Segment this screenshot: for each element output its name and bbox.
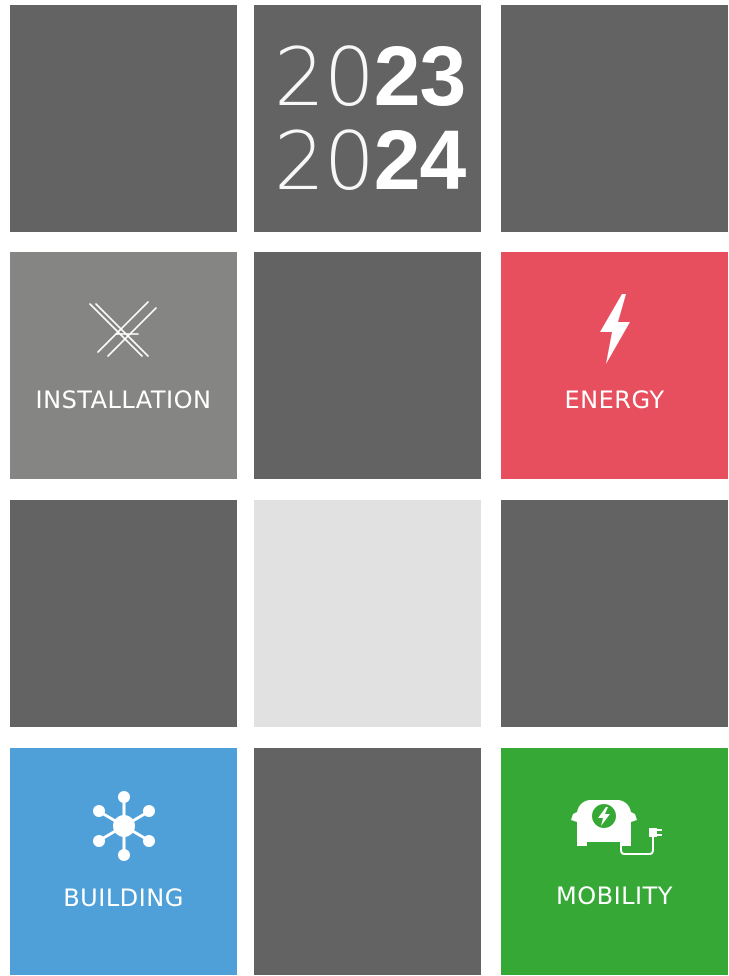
blank-tile (10, 5, 237, 232)
network-hub-icon (92, 791, 155, 861)
blank-tile (254, 252, 481, 479)
energy-label: ENERGY (564, 386, 665, 414)
blank-tile (501, 5, 728, 232)
mobility-label: MOBILITY (556, 882, 673, 910)
lightning-bolt-icon (599, 294, 630, 364)
blank-tile (501, 500, 728, 727)
installation-label: INSTALLATION (35, 386, 212, 414)
building-label: BUILDING (63, 884, 184, 912)
ev-charging-car-icon (570, 800, 662, 855)
year-range: 2023 2024 (274, 29, 466, 208)
installation-cables-icon (88, 301, 157, 357)
blank-light-tile (254, 500, 481, 727)
year-end: 2024 (274, 113, 466, 208)
year-tile: 2023 2024 (254, 5, 481, 232)
installation-tile[interactable]: INSTALLATION (10, 252, 237, 479)
year-start: 2023 (274, 29, 466, 124)
energy-tile[interactable]: ENERGY (501, 252, 728, 479)
blank-tile (10, 500, 237, 727)
mobility-tile[interactable]: MOBILITY (501, 748, 728, 975)
building-tile[interactable]: BUILDING (10, 748, 237, 975)
blank-tile (254, 748, 481, 975)
